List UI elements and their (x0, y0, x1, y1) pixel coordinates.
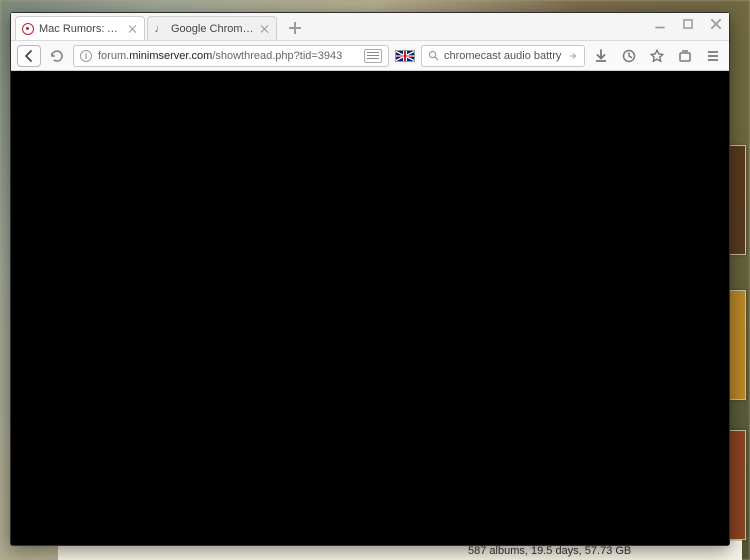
tab-label: Google Chromecast Audio (171, 23, 255, 35)
window-controls (651, 17, 725, 31)
tab-chromecast[interactable]: ♩ Google Chromecast Audio (147, 16, 277, 40)
tab-strip: Mac Rumors: Apple Mac iO ♩ Google Chrome… (11, 13, 729, 41)
toolbar: i forum.minimserver.com/showthread.php?t… (11, 41, 729, 71)
menu-button[interactable] (703, 46, 723, 66)
toolbar-right-icons (591, 46, 723, 66)
url-text: forum.minimserver.com/showthread.php?tid… (98, 50, 358, 62)
macrumors-favicon (22, 23, 34, 35)
maximize-button[interactable] (679, 17, 697, 31)
reader-mode-icon[interactable] (364, 49, 382, 63)
minimize-button[interactable] (651, 17, 669, 31)
search-go-icon[interactable] (568, 50, 578, 62)
site-info-icon[interactable]: i (80, 50, 92, 62)
downloads-button[interactable] (591, 46, 611, 66)
tab-macrumors[interactable]: Mac Rumors: Apple Mac iO (15, 16, 145, 40)
page-content (11, 71, 729, 545)
search-icon (428, 50, 439, 61)
close-tab-icon[interactable] (260, 24, 270, 34)
uk-flag-icon[interactable] (395, 50, 415, 62)
music-note-favicon: ♩ (154, 23, 166, 35)
tab-label: Mac Rumors: Apple Mac iO (39, 23, 123, 35)
library-button[interactable] (675, 46, 695, 66)
browser-window: Mac Rumors: Apple Mac iO ♩ Google Chrome… (10, 12, 730, 546)
search-input[interactable] (444, 50, 563, 62)
close-tab-icon[interactable] (128, 24, 138, 34)
search-bar[interactable] (421, 45, 585, 67)
bookmark-star-button[interactable] (647, 46, 667, 66)
reload-button[interactable] (47, 46, 67, 66)
back-button[interactable] (17, 45, 41, 67)
history-button[interactable] (619, 46, 639, 66)
desktop-status-text: 587 albums, 19.5 days, 57.73 GB (468, 545, 631, 557)
new-tab-button[interactable] (285, 18, 305, 38)
close-window-button[interactable] (707, 17, 725, 31)
address-bar[interactable]: i forum.minimserver.com/showthread.php?t… (73, 45, 389, 67)
